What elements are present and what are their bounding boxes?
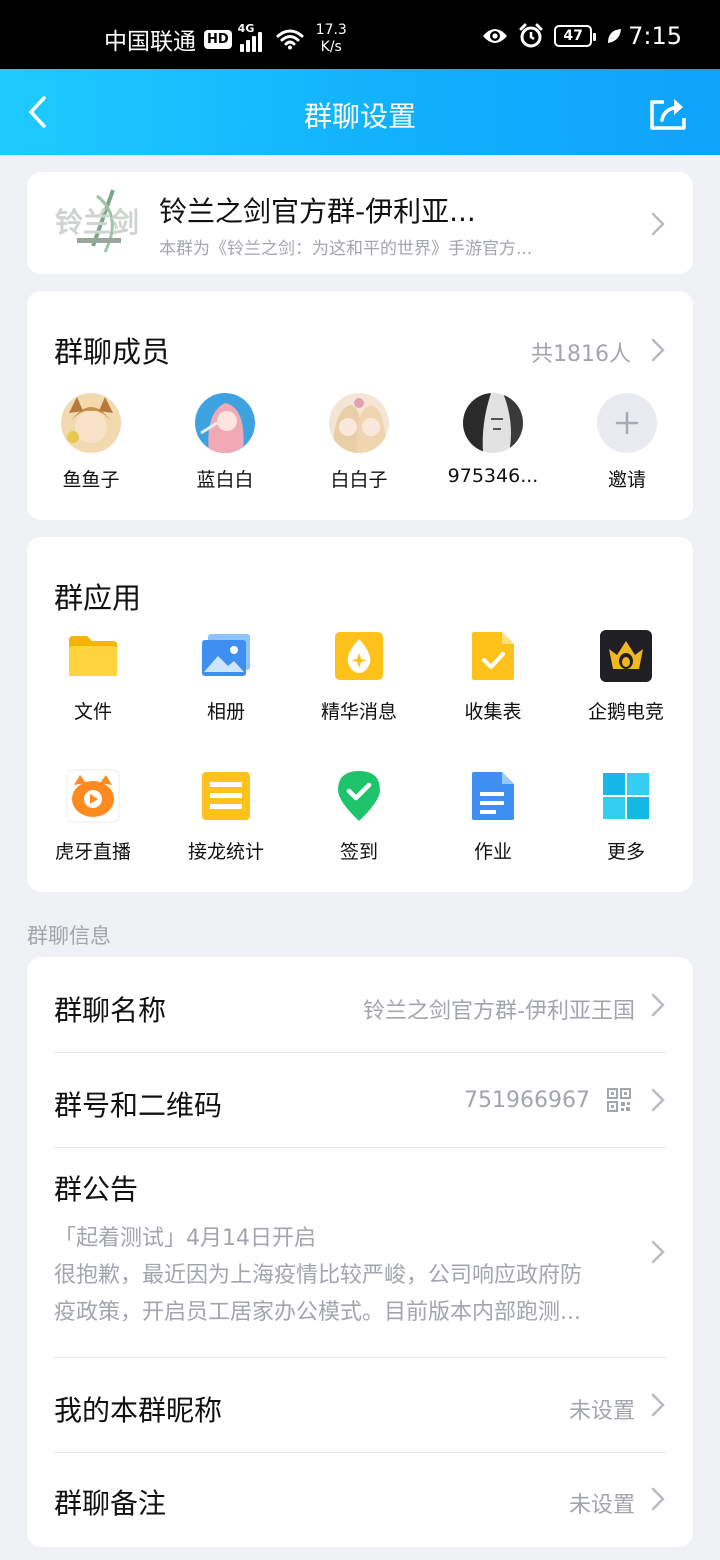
- hd-badge: HD: [204, 29, 232, 49]
- app-label: 文件: [73, 701, 112, 723]
- app-label: 更多: [606, 841, 645, 863]
- group-info-card: 群聊名称 铃兰之剑官方群-伊利亚王国 群号和二维码 751966967 群公告 …: [27, 957, 693, 1547]
- status-bar: 中国联通 HD 4G 17.3 K/s 47 7:15: [0, 0, 720, 69]
- chevron-right-icon: [651, 212, 665, 236]
- app-check-in[interactable]: 签到: [304, 769, 414, 864]
- app-label: 虎牙直播: [54, 841, 131, 863]
- app-essence[interactable]: 精华消息: [304, 629, 414, 724]
- members-count[interactable]: 共1816人: [531, 336, 631, 368]
- avatar: [61, 393, 121, 453]
- network-speed: 17.3 K/s: [315, 22, 347, 55]
- member-name: 蓝白白: [196, 469, 254, 491]
- carrier-name: 中国联通: [104, 29, 196, 55]
- member-item[interactable]: 蓝白白: [170, 393, 280, 492]
- app-more[interactable]: 更多: [571, 769, 681, 864]
- app-label: 作业: [473, 841, 512, 863]
- app-homework[interactable]: 作业: [438, 769, 548, 864]
- qr-code-icon[interactable]: [607, 1088, 631, 1112]
- photo-album-icon: [199, 629, 253, 683]
- member-name: 975346...: [447, 465, 539, 487]
- row-value: 铃兰之剑官方群-伊利亚王国: [363, 999, 635, 1024]
- app-penguin-esports[interactable]: 企鹅电竞: [571, 629, 681, 724]
- avatar: [195, 393, 255, 453]
- huya-live-icon: [66, 769, 120, 823]
- penguin-esports-icon: [599, 629, 653, 683]
- app-label: 精华消息: [320, 701, 397, 723]
- member-name: 白白子: [330, 469, 388, 491]
- homework-icon: [466, 769, 520, 823]
- group-apps-card: 群应用 文件 相册 精华消息 收集表 企鹅电竞 虎牙直播 接龙统计 签到 作业 …: [27, 537, 693, 892]
- app-chain-stats[interactable]: 接龙统计: [171, 769, 281, 864]
- svg-text:铃兰剑: 铃兰剑: [55, 206, 139, 239]
- row-title: 群公告: [54, 1173, 139, 1206]
- group-id-row[interactable]: 群号和二维码 751966967: [27, 1053, 693, 1148]
- clock-time: 7:15: [628, 22, 682, 50]
- chevron-right-icon[interactable]: [651, 338, 665, 362]
- chevron-right-icon: [651, 1240, 665, 1264]
- row-value: 未设置: [568, 1493, 635, 1518]
- essence-icon: [332, 629, 386, 683]
- folder-icon: [66, 629, 120, 683]
- signal-icon: 4G: [238, 22, 262, 52]
- plus-icon: [597, 393, 657, 453]
- avatar: [329, 393, 389, 453]
- row-title: 群聊名称: [54, 994, 167, 1027]
- leaf-icon: [608, 29, 622, 43]
- invite-label: 邀请: [607, 469, 646, 491]
- nav-header: 群聊设置: [0, 69, 720, 155]
- chevron-right-icon: [651, 993, 665, 1017]
- avatar: [463, 393, 523, 453]
- members-card: 群聊成员 共1816人 鱼鱼子 蓝白白 白白子 975346... 邀请: [27, 291, 693, 520]
- group-remark-row[interactable]: 群聊备注 未设置: [27, 1453, 693, 1547]
- wifi-icon: [276, 29, 304, 50]
- eye-icon: [483, 29, 508, 43]
- app-collect-form[interactable]: 收集表: [438, 629, 548, 724]
- group-logo: 铃兰剑: [55, 189, 139, 253]
- invite-button[interactable]: 邀请: [572, 393, 682, 492]
- notice-text-line: 很抱歉，最近因为上海疫情比较严峻，公司响应政府防: [54, 1263, 583, 1288]
- alarm-icon: [519, 23, 543, 48]
- check-in-icon: [332, 769, 386, 823]
- group-description: 本群为《铃兰之剑：为这和平的世界》手游官方...: [159, 239, 533, 259]
- notice-text-line: 疫政策，开启员工居家办公模式。目前版本内部跑测...: [54, 1300, 581, 1325]
- row-title: 群聊备注: [54, 1487, 167, 1520]
- group-profile-card[interactable]: 铃兰剑 铃兰之剑官方群-伊利亚... 本群为《铃兰之剑：为这和平的世界》手游官方…: [27, 172, 693, 274]
- app-album[interactable]: 相册: [171, 629, 281, 724]
- app-label: 接龙统计: [187, 841, 264, 863]
- collect-form-icon: [466, 629, 520, 683]
- apps-title: 群应用: [54, 581, 142, 615]
- member-item[interactable]: 白白子: [304, 393, 414, 492]
- member-item[interactable]: 975346...: [438, 393, 548, 487]
- member-item[interactable]: 鱼鱼子: [36, 393, 146, 492]
- row-value: 未设置: [568, 1399, 635, 1424]
- more-grid-icon: [599, 769, 653, 823]
- battery-icon: 47: [554, 25, 597, 47]
- group-id: 751966967: [464, 1088, 590, 1113]
- chevron-right-icon: [651, 1393, 665, 1417]
- group-notice-row[interactable]: 群公告 「起着测试」4月14日开启 很抱歉，最近因为上海疫情比较严峻，公司响应政…: [27, 1148, 693, 1358]
- share-icon[interactable]: [648, 94, 690, 132]
- app-huya-live[interactable]: 虎牙直播: [38, 769, 148, 864]
- group-name: 铃兰之剑官方群-伊利亚...: [159, 195, 476, 228]
- member-name: 鱼鱼子: [62, 469, 120, 491]
- app-label: 收集表: [464, 701, 522, 723]
- app-label: 企鹅电竞: [587, 701, 664, 723]
- my-nickname-row[interactable]: 我的本群昵称 未设置: [27, 1358, 693, 1453]
- members-title: 群聊成员: [54, 335, 171, 369]
- row-title: 群号和二维码: [54, 1089, 223, 1122]
- group-name-row[interactable]: 群聊名称 铃兰之剑官方群-伊利亚王国: [27, 957, 693, 1052]
- app-label: 相册: [206, 701, 245, 723]
- chain-stats-icon: [199, 769, 253, 823]
- page-title: 群聊设置: [303, 100, 416, 133]
- row-title: 我的本群昵称: [54, 1394, 223, 1427]
- chevron-right-icon: [651, 1088, 665, 1112]
- notice-text-line: 「起着测试」4月14日开启: [54, 1226, 316, 1251]
- section-label: 群聊信息: [27, 924, 111, 948]
- app-label: 签到: [339, 841, 378, 863]
- app-files[interactable]: 文件: [38, 629, 148, 724]
- chevron-right-icon: [651, 1487, 665, 1511]
